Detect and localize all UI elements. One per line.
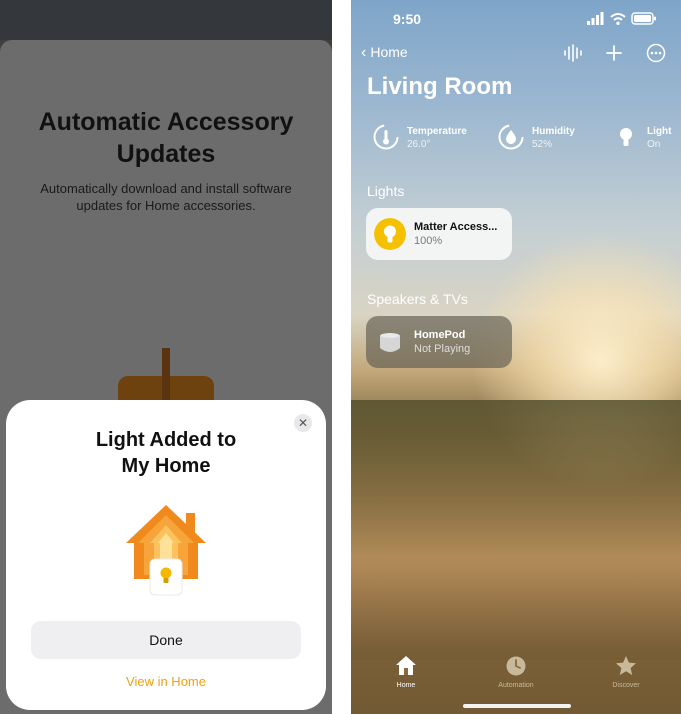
matter-accessory-tile[interactable]: Matter Access... 100% [366, 208, 512, 260]
clock-time: 9:50 [393, 11, 422, 27]
home-indicator [463, 704, 571, 708]
speakers-section-title: Speakers & TVs [367, 291, 468, 307]
right-phone-screen: 9:50 ‹ Home Living Room Temperature 26.0… [351, 0, 681, 714]
done-button[interactable]: Done [31, 621, 301, 659]
accessory-icon [118, 348, 214, 408]
lightbulb-icon [374, 218, 406, 250]
clock-icon [506, 656, 526, 676]
tab-label: Home [396, 682, 416, 689]
stat-value: On [647, 139, 661, 150]
tile-subtitle: Not Playing [414, 343, 471, 355]
tab-label: Automation [498, 682, 534, 689]
tile-title: Matter Access... [414, 221, 498, 233]
wallpaper-field [351, 400, 681, 660]
humidity-icon [498, 124, 524, 150]
lightbulb-icon [620, 128, 632, 146]
status-area [0, 0, 332, 40]
chevron-left-icon: ‹ [361, 44, 367, 61]
tile-title: HomePod [414, 329, 466, 341]
lights-section-title: Lights [367, 183, 405, 199]
plus-icon[interactable] [603, 42, 625, 64]
homepod-tile[interactable]: HomePod Not Playing [366, 316, 512, 368]
updates-title: Automatic Accessory Updates [38, 108, 294, 168]
stat-label: Humidity [532, 126, 575, 137]
light-added-sheet: ✕ Light Added to My Home Done View in Ho… [6, 400, 326, 710]
sheet-title-text: Light Added to My Home [95, 429, 237, 477]
room-title: Living Room [367, 73, 513, 100]
sheet-title: Light Added to My Home [6, 427, 326, 479]
more-icon[interactable] [645, 42, 667, 64]
back-button[interactable]: ‹ Home [361, 44, 408, 62]
wifi-icon [610, 13, 626, 21]
back-label: Home [370, 44, 408, 60]
stat-value: 26.0° [407, 139, 431, 150]
status-bar: 9:50 [351, 8, 681, 28]
star-icon [616, 656, 636, 675]
updates-description: Automatically download and install softw… [40, 181, 292, 213]
tab-discover[interactable]: Discover [586, 654, 666, 689]
left-phone-screen: Automatic Accessory Updates Automaticall… [0, 0, 332, 714]
tab-home[interactable]: Home [366, 654, 446, 689]
navigation-bar: ‹ Home [351, 42, 681, 64]
tile-subtitle: 100% [414, 235, 443, 247]
stat-label: Temperature [407, 126, 467, 137]
stat-label: Light [647, 126, 672, 137]
homepod-icon [380, 333, 400, 352]
intercom-icon[interactable] [561, 42, 583, 64]
home-light-icon [126, 505, 206, 596]
tab-automation[interactable]: Automation [476, 654, 556, 689]
battery-icon [631, 12, 656, 25]
house-icon [396, 656, 416, 675]
signal-icon [587, 12, 604, 25]
thermometer-icon [373, 124, 399, 150]
stat-value: 52% [532, 139, 553, 150]
view-in-home-link[interactable]: View in Home [6, 674, 326, 689]
status-icons [587, 12, 656, 25]
tab-label: Discover [612, 682, 640, 689]
